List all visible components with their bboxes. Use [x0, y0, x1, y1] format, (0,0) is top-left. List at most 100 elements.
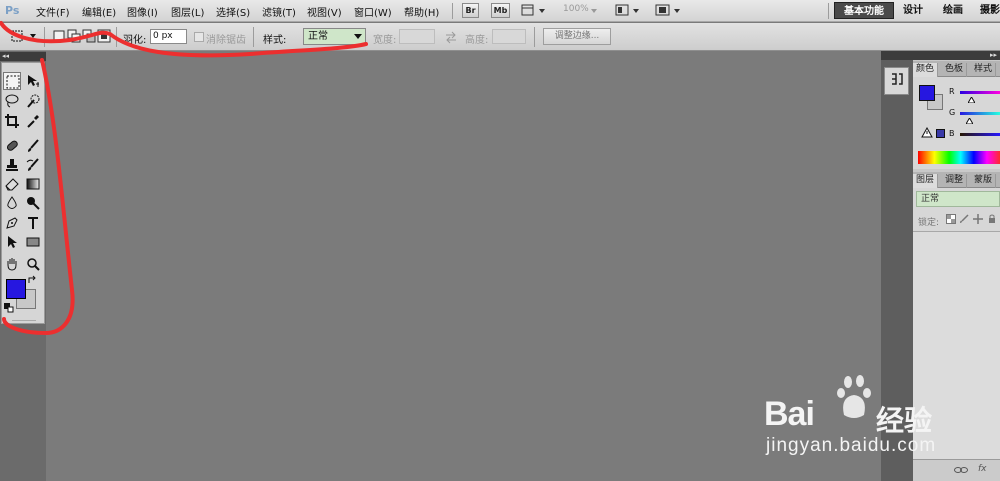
- warning-triangle-icon: [921, 126, 933, 138]
- lock-all-button[interactable]: [987, 214, 997, 227]
- default-colors-icon: [4, 303, 14, 313]
- options-divider: [253, 27, 254, 47]
- type-tool[interactable]: [24, 214, 42, 232]
- gamut-color-swatch[interactable]: [936, 129, 945, 138]
- menu-edit[interactable]: 编辑(E): [82, 4, 116, 19]
- menu-select[interactable]: 选择(S): [216, 4, 250, 19]
- feather-input[interactable]: 0 px: [150, 29, 187, 44]
- toolbox-collapse-button[interactable]: ◂◂: [0, 52, 46, 61]
- tab-styles[interactable]: 样式: [971, 63, 997, 77]
- lasso-tool[interactable]: [3, 92, 21, 110]
- pen-tool[interactable]: [3, 214, 21, 232]
- layer-effects-icon[interactable]: fx: [978, 464, 987, 474]
- tab-adjustments[interactable]: 调整: [942, 174, 968, 188]
- swap-colors-button[interactable]: [27, 275, 41, 287]
- workspace-painting[interactable]: 绘画: [939, 2, 967, 19]
- brush-tool[interactable]: [24, 137, 42, 155]
- lock-transparency-button[interactable]: [946, 214, 956, 227]
- hand-tool[interactable]: [3, 255, 21, 273]
- tab-color[interactable]: 颜色: [913, 63, 939, 77]
- tool-preset-picker[interactable]: [10, 29, 38, 43]
- water-drop-icon: [7, 196, 17, 209]
- eraser-tool[interactable]: [3, 175, 21, 193]
- gradient-tool[interactable]: [24, 175, 42, 193]
- eyedropper-icon: [27, 115, 39, 128]
- blend-mode-select[interactable]: 正常: [916, 191, 1000, 207]
- screen-mode-dropdown[interactable]: [654, 3, 684, 18]
- history-panel-button[interactable]: [884, 67, 909, 95]
- move-tool[interactable]: [24, 72, 42, 90]
- zoom-tool[interactable]: [24, 255, 42, 273]
- view-extras-dropdown[interactable]: [521, 3, 549, 18]
- refine-edge-button[interactable]: 调整边缘...: [543, 28, 611, 45]
- bridge-button[interactable]: Br: [462, 3, 479, 18]
- width-label: 宽度:: [373, 35, 397, 46]
- menu-window[interactable]: 窗口(W): [354, 4, 392, 19]
- lock-position-button[interactable]: [973, 214, 983, 227]
- panel-foreground-swatch[interactable]: [919, 85, 935, 101]
- channel-r-slider[interactable]: [960, 91, 1000, 94]
- brush-lock-icon: [960, 214, 969, 223]
- swap-dimensions-button[interactable]: [444, 30, 458, 44]
- dodge-icon: [27, 197, 40, 210]
- panel-dock-collapse-button[interactable]: ▸▸: [913, 51, 1000, 60]
- tab-layers[interactable]: 图层: [913, 174, 939, 188]
- spot-healing-brush-tool[interactable]: [3, 137, 21, 155]
- zoom-dropdown[interactable]: [589, 3, 601, 18]
- rectangular-marquee-tool[interactable]: [3, 72, 21, 90]
- watermark-brand-left: Bai: [764, 395, 815, 433]
- intersect-selection-button[interactable]: [97, 29, 111, 43]
- watermark-url: jingyan.baidu.com: [766, 435, 937, 456]
- screen-mode-icon: [655, 4, 680, 16]
- crop-tool[interactable]: [3, 112, 21, 130]
- zoom-level[interactable]: 100%: [563, 4, 589, 14]
- dodge-tool[interactable]: [24, 194, 42, 212]
- color-spectrum-bar[interactable]: [918, 151, 1000, 164]
- blur-tool[interactable]: [3, 194, 21, 212]
- antialias-checkbox[interactable]: [194, 32, 204, 42]
- mini-bridge-button[interactable]: Mb: [491, 3, 510, 18]
- rectangle-tool[interactable]: [24, 233, 42, 251]
- workspace-design[interactable]: 设计: [899, 2, 927, 19]
- foreground-color-swatch[interactable]: [6, 279, 26, 299]
- history-brush-tool[interactable]: [24, 156, 42, 174]
- eyedropper-tool[interactable]: [24, 112, 42, 130]
- subtract-from-selection-button[interactable]: [82, 29, 96, 43]
- width-input[interactable]: [399, 29, 435, 44]
- height-input[interactable]: [492, 29, 526, 44]
- workspace-essentials[interactable]: 基本功能: [834, 2, 894, 19]
- lock-pixels-button[interactable]: [959, 214, 969, 227]
- channel-b-slider[interactable]: [960, 133, 1000, 136]
- gradient-icon: [26, 178, 40, 190]
- path-selection-tool[interactable]: [3, 233, 21, 251]
- workspace-photography[interactable]: 摄影: [980, 2, 1000, 19]
- default-colors-button[interactable]: [4, 303, 16, 315]
- arrange-documents-icon: [615, 4, 639, 16]
- channel-r-thumb[interactable]: [967, 95, 976, 104]
- magnifier-icon: [27, 258, 40, 271]
- menu-file[interactable]: 文件(F): [36, 4, 70, 19]
- eraser-icon: [5, 178, 19, 191]
- add-to-selection-button[interactable]: [67, 29, 81, 43]
- arrange-documents-dropdown[interactable]: [615, 3, 643, 18]
- rectangle-shape-icon: [26, 237, 40, 247]
- menu-image[interactable]: 图像(I): [127, 4, 158, 19]
- menu-filter[interactable]: 滤镜(T): [262, 4, 296, 19]
- quick-selection-tool[interactable]: [24, 92, 42, 110]
- new-selection-button[interactable]: [52, 29, 66, 43]
- tab-masks[interactable]: 蒙版: [971, 174, 997, 188]
- out-of-gamut-warning-icon[interactable]: [921, 126, 933, 141]
- link-layers-icon[interactable]: [954, 465, 968, 475]
- menu-help[interactable]: 帮助(H): [404, 4, 439, 19]
- menu-view[interactable]: 视图(V): [307, 4, 342, 19]
- menu-layer[interactable]: 图层(L): [171, 4, 204, 19]
- slider-thumb-icon: [965, 117, 974, 125]
- clone-stamp-tool[interactable]: [3, 156, 21, 174]
- history-brush-icon: [26, 158, 39, 171]
- style-select[interactable]: 正常: [303, 28, 366, 45]
- channel-g-slider[interactable]: [960, 112, 1000, 115]
- document-canvas-area[interactable]: [46, 51, 881, 481]
- tab-swatches[interactable]: 色板: [942, 63, 968, 77]
- dock-collapse-handle[interactable]: [881, 51, 913, 60]
- channel-g-thumb[interactable]: [965, 116, 974, 125]
